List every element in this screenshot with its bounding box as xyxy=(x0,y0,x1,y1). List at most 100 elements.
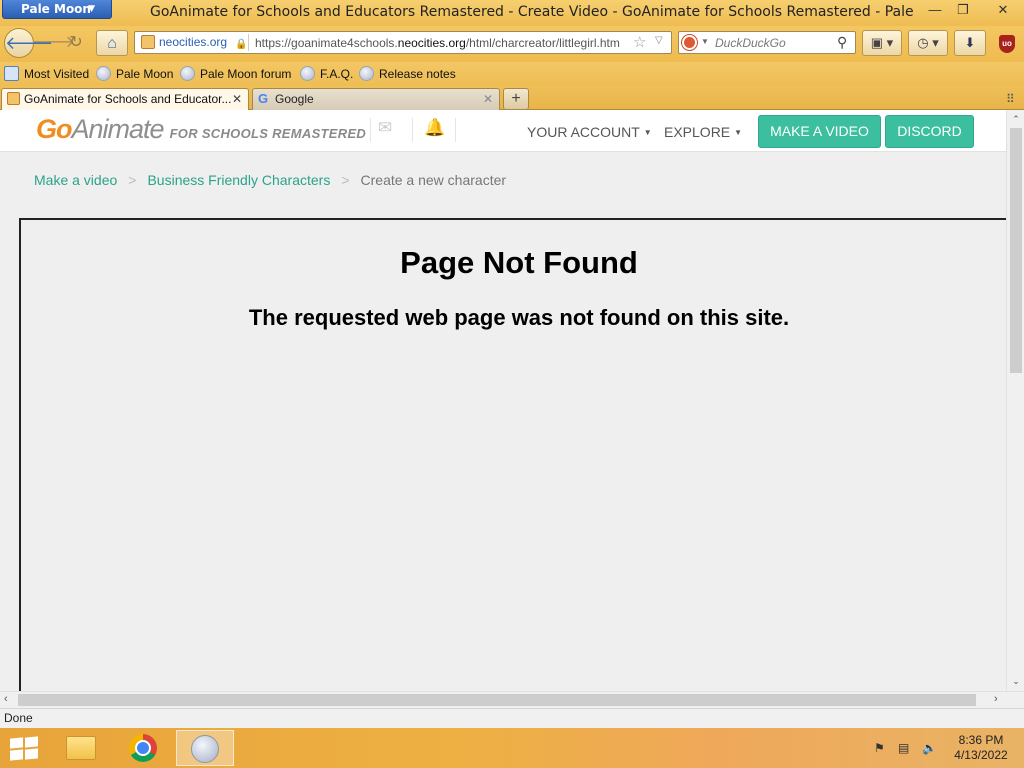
goanimate-favicon-icon xyxy=(7,92,20,105)
window-title-bar: Pale Moon ▼ GoAnimate for Schools and Ed… xyxy=(0,0,1024,26)
vertical-scroll-thumb[interactable] xyxy=(1010,128,1022,373)
goanimate-logo[interactable]: GoAnimate FOR SCHOOLS REMASTERED xyxy=(36,114,366,145)
bookmark-star-icon[interactable]: ☆ xyxy=(633,33,646,51)
site-favicon-icon xyxy=(141,35,155,49)
start-button[interactable] xyxy=(8,736,40,761)
search-bar[interactable]: ▼ DuckDuckGo ⚲ xyxy=(678,31,856,54)
site-header: GoAnimate FOR SCHOOLS REMASTERED ✉ 🔔 YOUR… xyxy=(0,110,1006,152)
url-dropdown-icon[interactable]: ▽ xyxy=(655,35,663,46)
bookmark-pale-moon[interactable]: Pale Moon xyxy=(96,66,173,81)
tab-google[interactable]: G Google ✕ xyxy=(252,88,500,110)
search-engine-dropdown-icon[interactable]: ▼ xyxy=(701,37,709,46)
download-arrow-icon: ⬇ xyxy=(964,35,976,50)
header-divider xyxy=(412,118,413,142)
header-divider xyxy=(370,118,371,142)
bookmarks-icon: ▣ ▾ xyxy=(870,35,894,50)
google-favicon-icon: G xyxy=(258,91,269,106)
discord-button[interactable]: DISCORD xyxy=(885,115,974,148)
lock-icon: 🔒 xyxy=(235,39,248,50)
pale-moon-icon xyxy=(191,735,219,763)
explore-menu[interactable]: EXPLORE ▼ xyxy=(664,124,742,140)
url-text[interactable]: https://goanimate4schools.neocities.org/… xyxy=(255,36,637,50)
site-identity-label: neocities.org xyxy=(159,35,228,49)
taskbar-pale-moon[interactable] xyxy=(176,730,234,766)
globe-icon xyxy=(359,66,374,81)
make-a-video-button[interactable]: MAKE A VIDEO xyxy=(758,115,881,148)
status-bar: Done xyxy=(0,708,1024,728)
search-icon[interactable]: ⚲ xyxy=(837,34,847,51)
status-text: Done xyxy=(4,711,33,725)
url-prefix: https://goanimate4schools. xyxy=(255,36,398,50)
scroll-right-arrow-icon[interactable]: › xyxy=(994,693,998,705)
clock-icon: ◷ ▾ xyxy=(917,35,939,50)
globe-icon xyxy=(180,66,195,81)
action-center-flag-icon[interactable]: ⚑ xyxy=(874,741,885,755)
reload-button[interactable]: ↻ xyxy=(62,30,90,56)
downloads-button[interactable]: ⬇ xyxy=(954,30,986,56)
minimize-button[interactable]: — xyxy=(920,0,950,20)
horizontal-scroll-thumb[interactable] xyxy=(18,694,976,706)
error-message: The requested web page was not found on … xyxy=(248,305,790,330)
forward-button[interactable]: 🡒 xyxy=(32,30,75,56)
site-identity-button[interactable]: neocities.org 🔒 xyxy=(137,34,249,51)
folder-icon xyxy=(66,736,96,760)
error-panel: Page Not Found The requested web page wa… xyxy=(19,218,1009,691)
volume-muted-icon[interactable]: 🔈 xyxy=(922,741,937,755)
ublock-button[interactable]: uo xyxy=(994,30,1020,56)
duckduckgo-icon[interactable] xyxy=(682,35,697,50)
bookmarks-button[interactable]: ▣ ▾ xyxy=(862,30,902,56)
horizontal-scrollbar[interactable]: ‹ › xyxy=(0,691,1024,708)
breadcrumb-business-friendly-characters[interactable]: Business Friendly Characters xyxy=(147,172,330,188)
system-clock[interactable]: 8:36 PM 4/13/2022 xyxy=(950,733,1012,763)
taskbar-chrome[interactable] xyxy=(114,730,172,766)
bookmark-label: Most Visited xyxy=(24,67,90,81)
app-menu-label: Pale Moon xyxy=(21,2,91,16)
error-title: Page Not Found xyxy=(400,245,638,280)
breadcrumb-make-a-video[interactable]: Make a video xyxy=(34,172,117,188)
chevron-down-icon: ▼ xyxy=(88,4,95,14)
caret-down-icon: ▼ xyxy=(734,128,743,137)
pale-moon-menu-button[interactable]: Pale Moon ▼ xyxy=(2,0,112,19)
taskbar-file-explorer[interactable] xyxy=(52,730,110,766)
windows-logo-icon xyxy=(10,749,23,761)
maximize-button[interactable]: ❐ xyxy=(948,0,978,20)
scroll-up-arrow-icon[interactable]: ⌃ xyxy=(1007,114,1024,125)
search-input[interactable]: DuckDuckGo xyxy=(715,36,786,50)
page-viewport: GoAnimate FOR SCHOOLS REMASTERED ✉ 🔔 YOUR… xyxy=(0,110,1024,691)
home-button[interactable]: ⌂ xyxy=(96,30,128,56)
your-account-menu[interactable]: YOUR ACCOUNT ▼ xyxy=(527,124,652,140)
bookmark-faq[interactable]: F.A.Q. xyxy=(300,66,354,81)
envelope-icon[interactable]: ✉ xyxy=(378,118,392,138)
url-domain: neocities.org xyxy=(397,36,466,50)
most-visited-icon xyxy=(4,66,19,81)
scroll-left-arrow-icon[interactable]: ‹ xyxy=(4,693,8,705)
vertical-scrollbar[interactable]: ⌃ ⌄ xyxy=(1006,110,1024,691)
bookmark-release-notes[interactable]: Release notes xyxy=(359,66,456,81)
breadcrumb-separator: > xyxy=(341,172,350,188)
history-button[interactable]: ◷ ▾ xyxy=(908,30,948,56)
chrome-icon xyxy=(129,734,157,762)
address-bar[interactable]: neocities.org 🔒 https://goanimate4school… xyxy=(134,31,672,54)
tab-goanimate[interactable]: GoAnimate for Schools and Educator... ✕ xyxy=(1,88,249,110)
network-icon[interactable]: ▤ xyxy=(898,741,909,755)
list-all-tabs-icon[interactable]: ⠿ xyxy=(1006,92,1015,106)
logo-animate-text: Animate xyxy=(71,114,165,144)
back-button[interactable]: 🡐 xyxy=(4,28,53,58)
close-tab-icon[interactable]: ✕ xyxy=(232,89,242,109)
breadcrumb-separator: > xyxy=(128,172,137,188)
scroll-down-arrow-icon[interactable]: ⌄ xyxy=(1007,676,1024,687)
logo-go-text: Go xyxy=(36,114,72,144)
bookmark-label: F.A.Q. xyxy=(320,67,354,81)
bookmark-pale-moon-forum[interactable]: Pale Moon forum xyxy=(180,66,291,81)
tab-label: GoAnimate for Schools and Educator... xyxy=(24,92,232,106)
tab-strip: GoAnimate for Schools and Educator... ✕ … xyxy=(0,86,1024,110)
ublock-shield-icon: uo xyxy=(999,35,1015,53)
globe-icon xyxy=(96,66,111,81)
bookmark-most-visited[interactable]: Most Visited xyxy=(4,66,90,81)
close-window-button[interactable]: ✕ xyxy=(984,0,1022,20)
windows-logo-icon xyxy=(25,736,38,748)
bookmark-label: Release notes xyxy=(379,67,456,81)
close-tab-icon[interactable]: ✕ xyxy=(483,89,493,109)
bell-icon[interactable]: 🔔 xyxy=(424,118,445,138)
new-tab-button[interactable]: + xyxy=(503,88,529,110)
